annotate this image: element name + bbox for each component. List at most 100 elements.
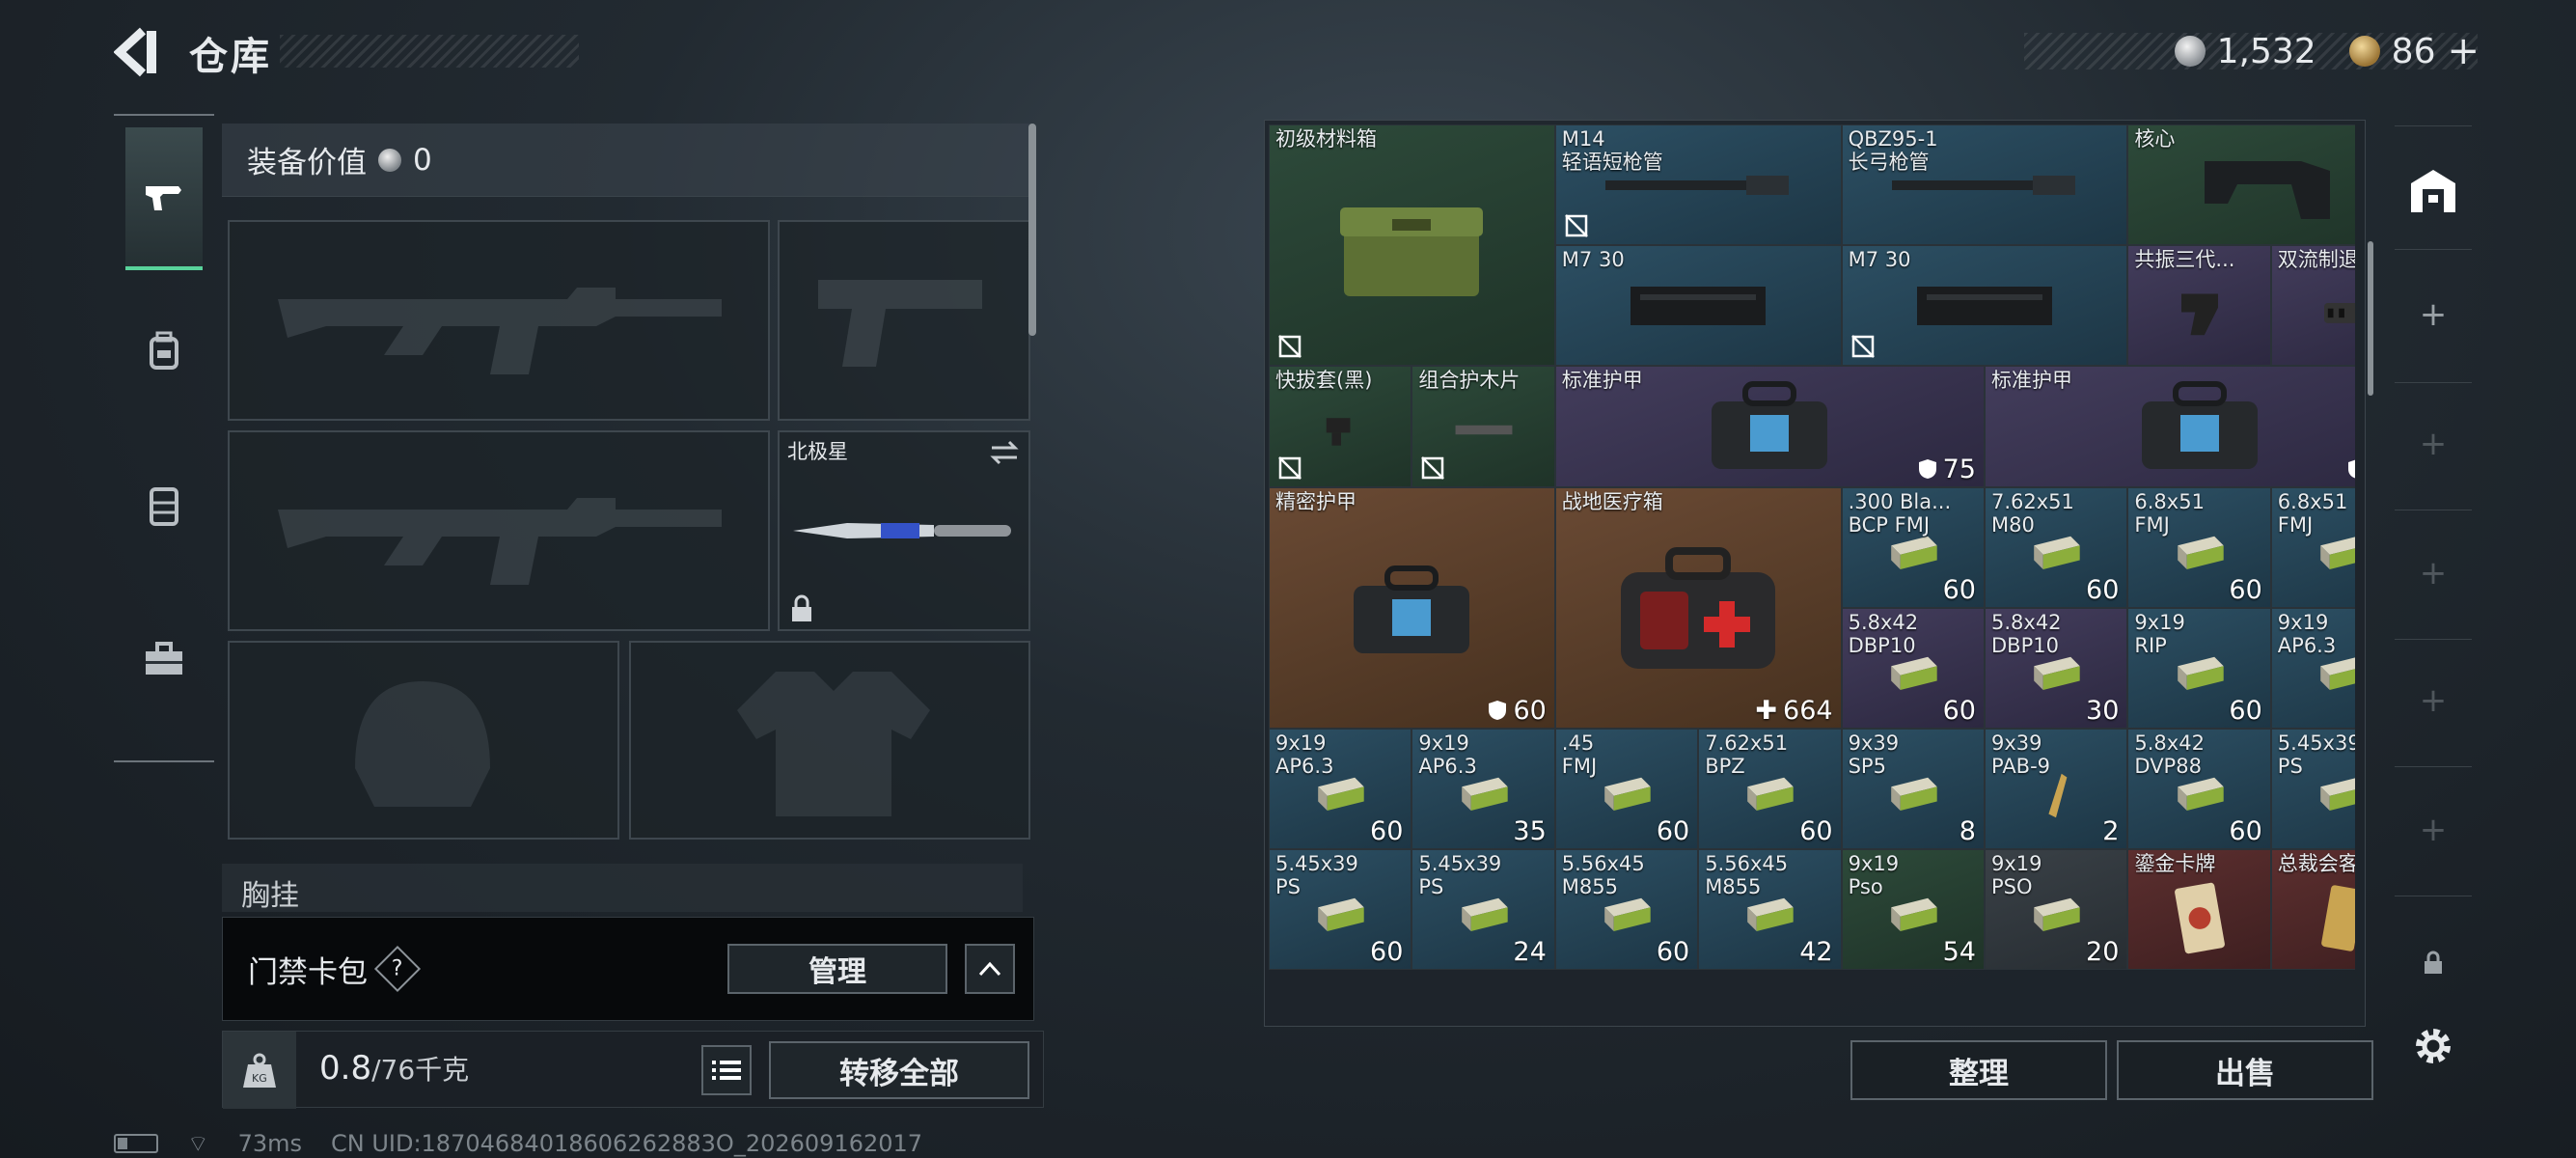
storage-item[interactable]: .300 Bla... BCP FMJ 60 (1841, 486, 1985, 608)
status-bar: ⌔ 73ms CN UID:18704684018606262883O_2026… (114, 1129, 922, 1158)
storage-item[interactable]: 总裁会客厅 (2270, 849, 2355, 971)
storage-item[interactable]: 6.8x51 FMJ60 (2127, 486, 2271, 608)
storage-main-tab[interactable] (2404, 162, 2462, 220)
loadout-scrollbar[interactable] (1028, 124, 1036, 336)
storage-item[interactable]: 9x39 PAB-9 2 (1985, 729, 2128, 850)
add-page-button[interactable]: + (2404, 286, 2462, 344)
item-name: 鎏金卡牌 (2134, 852, 2216, 876)
item-quantity: 54 (1942, 937, 1976, 968)
stock-icon (2199, 142, 2343, 233)
tab-backpack[interactable] (125, 280, 203, 423)
list-view-button[interactable] (701, 1045, 752, 1095)
sell-button[interactable]: 出售 (2117, 1040, 2373, 1100)
tab-weapons[interactable] (125, 127, 203, 270)
storage-item[interactable]: 5.45x39 PS60 (2270, 729, 2355, 850)
melee-slot[interactable]: 北极星 (778, 430, 1030, 631)
item-name: 9x19 AP6.3 (1275, 731, 1334, 778)
tab-toolbox[interactable] (125, 589, 203, 731)
not-sellable-icon (1420, 455, 1445, 481)
help-icon[interactable]: ? (373, 945, 422, 993)
knife-icon (793, 523, 1011, 538)
item-name: 标准护甲 (1991, 369, 2072, 393)
add-page-button[interactable]: + (2404, 415, 2462, 473)
sidearm-slot[interactable] (778, 220, 1030, 421)
storage-item[interactable]: 共振三代... (2127, 245, 2271, 367)
storage-item[interactable]: 5.8x42 DVP88 60 (2127, 729, 2271, 850)
storage-item[interactable]: 7.62x51 M80 60 (1985, 486, 2128, 608)
manage-button[interactable]: 管理 (727, 944, 947, 994)
chest-label: 胸挂 (241, 879, 299, 913)
med-icon (1611, 543, 1785, 682)
backpack-icon (150, 331, 178, 370)
plus-icon: + (2419, 295, 2448, 334)
storage-item[interactable]: QBZ95-1 长弓枪管 (1841, 124, 2128, 246)
storage-item[interactable]: 9x19 PSO 20 (1985, 849, 2128, 971)
weight-readout: 0.8/76千克 (319, 1049, 469, 1088)
storage-item[interactable]: 5.8x42 DBP10 60 (1841, 607, 1985, 729)
ammo-icon (1742, 774, 1797, 818)
add-page-button[interactable]: + (2404, 672, 2462, 730)
storage-item[interactable]: 标准护甲 75 (1985, 366, 2355, 487)
item-name: 初级材料箱 (1275, 127, 1377, 151)
svg-text:KG: KG (252, 1072, 267, 1085)
storage-item[interactable]: 6.8x51 FMJ60 (2270, 486, 2355, 608)
storage-item[interactable]: 5.45x39 PS60 (1269, 849, 1412, 971)
primary-weapon-slot[interactable] (228, 220, 770, 421)
storage-item[interactable]: M7 30 (1841, 245, 2128, 367)
storage-item[interactable]: 精密护甲 60 (1269, 486, 1555, 729)
transfer-all-button[interactable]: 转移全部 (769, 1041, 1029, 1099)
storage-item[interactable]: 9x39 SP5 8 (1841, 729, 1985, 850)
currency2-value: 86 (2391, 31, 2436, 71)
helmet-slot[interactable] (228, 641, 619, 840)
ammo-icon (1313, 774, 1368, 818)
item-quantity: 24 (1513, 937, 1547, 968)
storage-item[interactable]: 初级材料箱 (1269, 124, 1555, 367)
settings-button[interactable] (2404, 1017, 2462, 1075)
weight-value: 0.8 (319, 1049, 372, 1088)
secondary-weapon-slot[interactable] (228, 430, 770, 631)
swap-icon[interactable] (988, 440, 1021, 465)
storage-item[interactable]: M7 30 (1554, 245, 1842, 367)
armor-slot[interactable] (629, 641, 1030, 840)
locked-page[interactable] (2404, 934, 2462, 992)
add-currency-button[interactable]: + (2447, 29, 2480, 73)
storage-item[interactable]: 组合护木片 (1411, 366, 1555, 487)
storage-item[interactable]: 9x19 Pso 54 (1841, 849, 1985, 971)
plus-icon: + (2419, 554, 2448, 593)
storage-item[interactable]: 战地医疗箱 ✚ 664 (1554, 486, 1842, 729)
ammo-icon (2029, 533, 2084, 577)
storage-item[interactable]: 5.56x45 M855 42 (1698, 849, 1842, 971)
storage-item[interactable]: 9x19 AP6.360 (1269, 729, 1412, 850)
rifle-placeholder-icon (278, 288, 722, 374)
add-page-button[interactable]: + (2404, 544, 2462, 602)
storage-item[interactable]: 7.62x51 BPZ 60 (1698, 729, 1842, 850)
storage-item[interactable]: 双流制退器 (2270, 245, 2355, 367)
mag-icon (1907, 267, 2062, 348)
storage-item[interactable]: 9x19 AP6.360 (2270, 607, 2355, 729)
sort-button[interactable]: 整理 (1850, 1040, 2107, 1100)
chevron-up-icon (978, 961, 1001, 977)
storage-item[interactable]: 5.45x39 PS 24 (1411, 849, 1555, 971)
storage-item[interactable]: 5.8x42 DBP10 30 (1985, 607, 2128, 729)
storage-item[interactable]: .45 FMJ 60 (1554, 729, 1699, 850)
item-name: .300 Bla... BCP FMJ (1848, 489, 1952, 537)
storage-item[interactable]: M14 轻语短枪管 (1554, 124, 1842, 246)
collapse-button[interactable] (965, 944, 1015, 994)
storage-item[interactable]: 9x19 RIP 60 (2127, 607, 2271, 729)
storage-item[interactable]: 9x19 AP6.3 35 (1411, 729, 1555, 850)
add-page-button[interactable]: + (2404, 801, 2462, 859)
gear-icon (2416, 1029, 2451, 1063)
storage-scrollbar[interactable] (2368, 241, 2373, 396)
storage-item[interactable]: 核心 (2127, 124, 2355, 246)
ammo-icon (1885, 533, 1940, 577)
storage-item[interactable]: 快拔套(黑) (1269, 366, 1412, 487)
item-name: M14 轻语短枪管 (1561, 127, 1663, 174)
item-quantity: 60 (1942, 574, 1976, 605)
storage-item[interactable]: 5.56x45 M855 60 (1554, 849, 1699, 971)
item-name: 5.56x45 M855 (1705, 852, 1789, 899)
tab-vest[interactable] (125, 434, 203, 577)
back-button[interactable] (113, 27, 162, 77)
storage-item[interactable]: 标准护甲 75 (1554, 366, 1985, 487)
rifle-placeholder-icon (278, 498, 722, 585)
storage-item[interactable]: 鎏金卡牌 (2127, 849, 2271, 971)
